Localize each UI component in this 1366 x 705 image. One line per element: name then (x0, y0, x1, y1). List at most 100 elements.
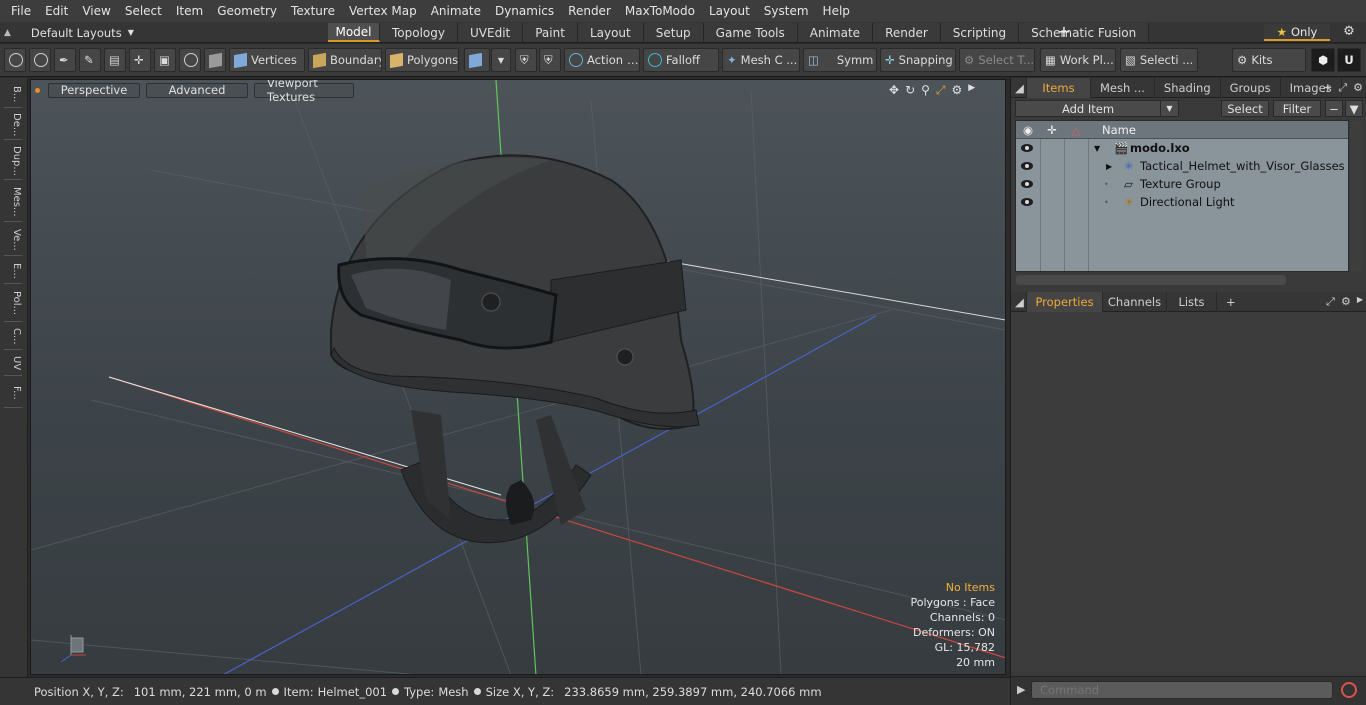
align-button[interactable]: ▤ (104, 48, 126, 72)
chevron-down-icon[interactable]: ▼ (1160, 101, 1178, 116)
item-mode-button[interactable] (204, 48, 226, 72)
mesh-constraint-button[interactable]: ✦ Mesh C ... (722, 48, 800, 72)
menu-maxtomodo[interactable]: MaxToModo (618, 4, 702, 18)
menu-view[interactable]: View (75, 4, 117, 18)
add-item-button[interactable]: Add Item ▼ (1015, 100, 1179, 117)
eye-icon[interactable] (1021, 144, 1033, 152)
perspective-button[interactable]: Perspective (48, 82, 140, 98)
tab-mesh[interactable]: Mesh ... (1091, 77, 1155, 98)
tab-properties[interactable]: Properties (1027, 291, 1103, 312)
tab-paint[interactable]: Paint (523, 23, 578, 42)
gear-icon[interactable]: ⚙ (1340, 24, 1358, 41)
add-tab-icon[interactable]: + (1217, 292, 1245, 312)
menu-edit[interactable]: Edit (38, 4, 75, 18)
tab-channels[interactable]: Channels (1103, 291, 1167, 312)
tree-row-mesh[interactable]: ▶ ✳ Tactical_Helmet_with_Visor_Glasses (1016, 157, 1348, 175)
panel-gear-icon[interactable]: ⚙ (1353, 81, 1363, 95)
eye-icon[interactable] (1021, 180, 1033, 188)
select-through-button[interactable]: ⚙ Select T... (959, 48, 1035, 72)
frame-button[interactable]: ▣ (154, 48, 176, 72)
menu-layout[interactable]: Layout (702, 4, 757, 18)
select-button[interactable]: Select (1221, 100, 1269, 117)
timer-button[interactable] (179, 48, 201, 72)
layout-selector[interactable]: ▲ Default Layouts ▼ (4, 24, 134, 41)
pen-button[interactable]: ✒ (54, 48, 76, 72)
symmetry-toggle-a[interactable]: ⛨ (515, 48, 537, 72)
tab-topology[interactable]: Topology (380, 23, 458, 42)
add-tab-icon[interactable]: + (1323, 81, 1332, 95)
tab-shading[interactable]: Shading (1155, 77, 1221, 98)
menu-dynamics[interactable]: Dynamics (488, 4, 561, 18)
left-tab-deform[interactable]: De... (4, 110, 22, 140)
tab-schematic-fusion[interactable]: Schematic Fusion (1019, 23, 1150, 42)
tab-groups[interactable]: Groups (1221, 77, 1281, 98)
panel-gear-icon[interactable]: ⚙ (1341, 295, 1351, 309)
symmetry-toggle-b[interactable]: ⛨ (539, 48, 561, 72)
menu-texture[interactable]: Texture (284, 4, 342, 18)
filter-button[interactable]: Filter (1273, 100, 1321, 117)
zoom-icon[interactable]: ⚲ (921, 83, 930, 98)
panel-menu-icon[interactable]: ◢ (1011, 291, 1027, 312)
left-tab-fusion[interactable]: F... (4, 378, 22, 408)
left-tab-polygon[interactable]: Pol... (4, 286, 22, 322)
record-icon[interactable] (1341, 682, 1357, 698)
advanced-button[interactable]: Advanced (146, 82, 248, 98)
panel-arrow-icon[interactable]: ▶ (1357, 295, 1363, 309)
left-tab-vertex[interactable]: Ve... (4, 224, 22, 256)
tree-vertical-scrollbar[interactable] (1350, 121, 1362, 271)
left-tab-edge[interactable]: E... (4, 258, 22, 284)
menu-animate[interactable]: Animate (424, 4, 488, 18)
viewport-textures-button[interactable]: Viewport Textures (254, 80, 354, 104)
rotate-icon[interactable]: ↻ (905, 83, 915, 98)
tab-layout[interactable]: Layout (577, 23, 644, 42)
unreal-button[interactable]: U (1337, 48, 1361, 72)
tab-setup[interactable]: Setup (643, 23, 704, 42)
menu-select[interactable]: Select (118, 4, 169, 18)
3d-viewport[interactable]: Perspective Advanced Viewport Textures ✥… (30, 79, 1006, 675)
collapse-button[interactable]: − (1325, 100, 1343, 117)
left-tab-uv[interactable]: UV (4, 352, 22, 376)
only-toggle[interactable]: ★ Only (1264, 24, 1330, 41)
expand-arrow-icon[interactable]: ▶ (1106, 162, 1112, 171)
eye-icon[interactable] (1021, 198, 1033, 206)
select-circle-button[interactable] (4, 48, 26, 72)
tab-uvedit[interactable]: UVEdit (458, 23, 524, 42)
selection-sets-button[interactable]: ▧ Selecti ... (1120, 48, 1198, 72)
maximize-icon[interactable]: ⤢ (936, 83, 946, 98)
material-dropdown[interactable]: ▼ (491, 48, 511, 72)
left-tab-basic[interactable]: B... (4, 82, 22, 108)
tree-row-scene[interactable]: ▼ 🎬 modo.lxo (1016, 139, 1348, 157)
left-tab-curve[interactable]: C... (4, 324, 22, 350)
tab-game-tools[interactable]: Game Tools (703, 23, 798, 42)
viewport-menu-arrow-icon[interactable]: ▶ (968, 83, 975, 98)
work-plane-button[interactable]: ▦ Work Pl... (1040, 48, 1116, 72)
snapping-button[interactable]: ✛ Snapping (880, 48, 956, 72)
tree-horizontal-scrollbar[interactable] (1016, 275, 1286, 285)
symmetry-button[interactable]: ◫ Symm ... (803, 48, 877, 72)
material-button[interactable] (464, 48, 490, 72)
pan-icon[interactable]: ✥ (889, 83, 899, 98)
panel-menu-icon[interactable]: ◢ (1011, 77, 1027, 98)
add-tab-plus-icon[interactable]: + (1056, 22, 1072, 42)
tab-animate[interactable]: Animate (797, 23, 874, 42)
tab-scripting[interactable]: Scripting (940, 23, 1020, 42)
tab-lists[interactable]: Lists (1167, 291, 1217, 312)
kits-button[interactable]: ⚙ Kits (1232, 48, 1306, 72)
menu-file[interactable]: File (4, 4, 38, 18)
expand-icon[interactable]: ⤢ (1338, 81, 1347, 95)
boundary-button[interactable]: Boundary (308, 48, 382, 72)
viewport-gear-icon[interactable]: ⚙ (952, 83, 963, 98)
menu-geometry[interactable]: Geometry (210, 4, 284, 18)
center-button[interactable]: ✛ (129, 48, 151, 72)
tab-render[interactable]: Render (873, 23, 941, 42)
helmet-model[interactable] (330, 154, 700, 544)
command-input[interactable] (1031, 681, 1333, 699)
vertices-button[interactable]: Vertices (229, 48, 305, 72)
expand-arrow-icon[interactable]: ▼ (1094, 144, 1100, 153)
funnel-button[interactable]: ▼ (1345, 100, 1363, 117)
polygons-button[interactable]: Polygons (385, 48, 459, 72)
left-tab-mesh-edit[interactable]: Mes... (4, 182, 22, 222)
expand-icon[interactable]: ⤢ (1326, 295, 1335, 309)
falloff-button[interactable]: Falloff (643, 48, 719, 72)
left-tab-duplicate[interactable]: Dup... (4, 142, 22, 180)
